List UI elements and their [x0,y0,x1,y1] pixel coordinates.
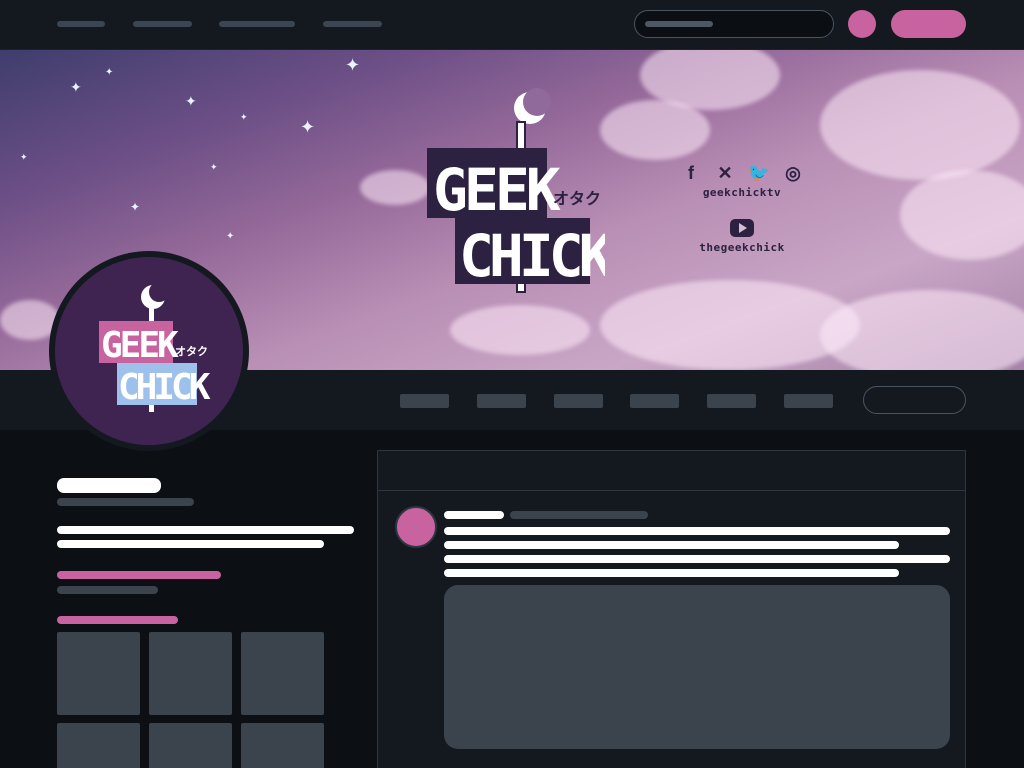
tab-3[interactable] [554,394,603,408]
social-handle[interactable]: geekchicktv [672,186,812,199]
nav-link-3[interactable] [219,21,295,27]
star-icon: ✦ [226,231,235,242]
tab-4[interactable] [630,394,679,408]
star-icon: ✦ [20,152,28,162]
star-icon: ✦ [185,93,197,109]
tab-6[interactable] [784,394,833,408]
star-icon: ✦ [105,67,114,78]
nav-link-1[interactable] [57,21,105,27]
cloud-shape [820,70,1020,180]
media-thumbnail[interactable] [241,632,324,715]
youtube-handle[interactable]: thegeekchick [672,241,812,254]
media-thumbnail[interactable] [57,723,140,768]
post-author-avatar[interactable] [395,506,437,548]
post-author-name[interactable] [444,511,504,519]
geek-chick-logo: GEEK CHICK オタク [427,88,605,293]
cloud-shape [450,305,590,355]
star-icon: ✦ [130,200,141,214]
social-links: f ✕ 🐦 ◎ geekchicktv thegeekchick [672,160,812,255]
logo-text-line2: CHICK [459,222,605,290]
instagram-icon[interactable]: ◎ [780,160,806,186]
x-icon[interactable]: ✕ [712,160,738,186]
bio-line-2 [57,540,324,548]
avatar-logo-line1: GEEK [101,325,179,366]
cloud-shape [600,280,860,370]
post-text-line-3 [444,555,950,563]
media-thumbnail[interactable] [241,723,324,768]
search-placeholder [645,21,713,27]
avatar-logo-line2: CHICK [118,367,211,408]
search-input[interactable] [634,10,834,38]
star-icon: ✦ [70,79,82,95]
profile-link-placeholder[interactable] [57,571,221,579]
logo-text-line1: GEEK [433,156,561,224]
star-icon: ✦ [210,162,218,172]
notification-button[interactable] [848,10,876,38]
profile-avatar[interactable]: GEEK CHICK オタク [49,251,249,451]
follow-button[interactable] [863,386,966,414]
top-navigation-bar [0,0,1024,50]
tab-1[interactable] [400,394,449,408]
post-text-line-1 [444,527,950,535]
tab-5[interactable] [707,394,756,408]
media-thumbnail[interactable] [57,632,140,715]
post-text-line-2 [444,541,899,549]
logo-katakana: オタク [553,189,601,208]
twitter-icon[interactable]: 🐦 [746,160,772,186]
profile-name-placeholder [57,478,161,493]
bio-line-1 [57,526,354,534]
cloud-shape [360,170,430,205]
post-text-line-4 [444,569,899,577]
feed-header [378,451,965,491]
profile-meta-placeholder [57,586,158,594]
geek-chick-avatar-logo: GEEK CHICK オタク [99,282,215,412]
star-icon: ✦ [240,112,248,122]
youtube-icon[interactable] [730,219,754,237]
cloud-shape [600,100,710,160]
post-media[interactable] [444,585,950,749]
nav-link-4[interactable] [323,21,382,27]
primary-action-button[interactable] [891,10,966,38]
facebook-icon[interactable]: f [678,160,704,186]
avatar-image: GEEK CHICK オタク [55,257,243,445]
star-icon: ✦ [300,117,316,137]
nav-link-2[interactable] [133,21,192,27]
star-icon: ✦ [345,55,361,75]
avatar-logo-katakana: オタク [175,345,208,358]
cloud-shape [900,170,1024,260]
cloud-shape [820,290,1024,370]
feed-post-card [377,450,966,768]
media-section-link[interactable] [57,616,178,624]
media-thumbnail[interactable] [149,632,232,715]
profile-handle-placeholder [57,498,194,506]
post-timestamp [510,511,648,519]
tab-2[interactable] [477,394,526,408]
media-thumbnail[interactable] [149,723,232,768]
